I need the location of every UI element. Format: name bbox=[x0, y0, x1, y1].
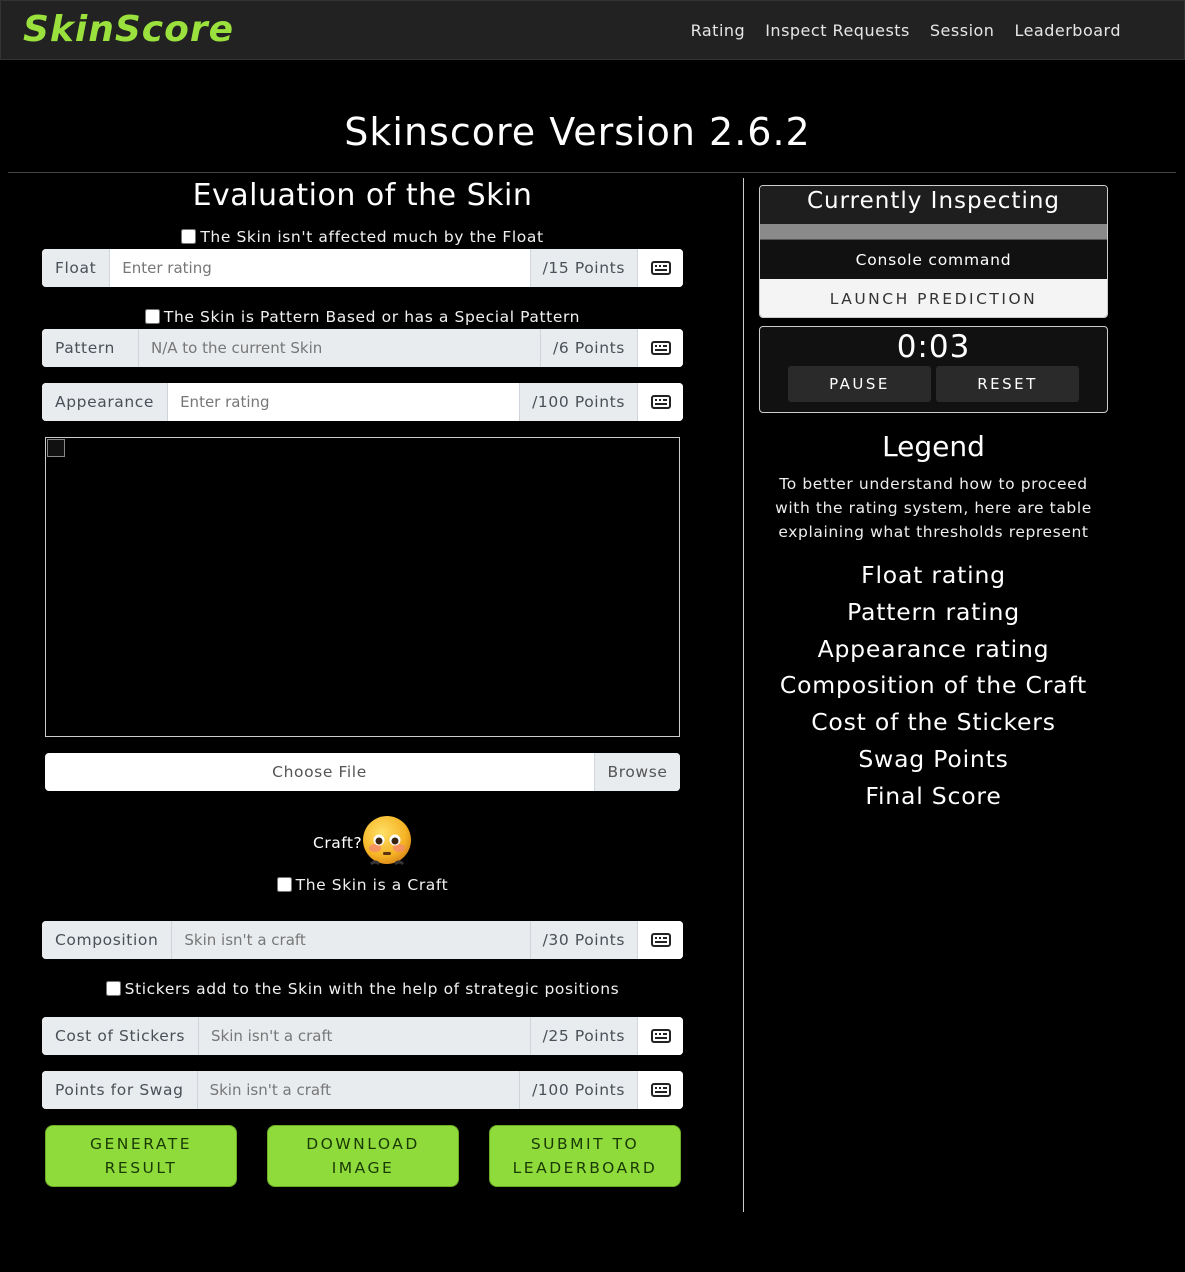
stickers-label: Cost of Stickers bbox=[42, 1017, 200, 1055]
keyboard-icon[interactable] bbox=[637, 383, 683, 421]
swag-points: /100 Points bbox=[519, 1071, 637, 1109]
reset-button[interactable]: RESET bbox=[936, 366, 1079, 402]
legend-item-stickers[interactable]: Cost of the Stickers bbox=[759, 705, 1108, 742]
nav-links: Rating Inspect Requests Session Leaderbo… bbox=[691, 21, 1121, 40]
float-check-label: The Skin isn't affected much by the Floa… bbox=[200, 228, 544, 246]
legend-item-final-score[interactable]: Final Score bbox=[759, 779, 1108, 816]
swag-input-group: Points for Swag /100 Points bbox=[42, 1071, 683, 1109]
keyboard-icon[interactable] bbox=[637, 1071, 683, 1109]
float-check-row: The Skin isn't affected much by the Floa… bbox=[42, 228, 683, 246]
console-command-button[interactable]: Console command bbox=[760, 239, 1107, 279]
float-checkbox[interactable] bbox=[181, 229, 197, 244]
pattern-check-row: The Skin is Pattern Based or has a Speci… bbox=[42, 308, 683, 326]
file-choose-label[interactable]: Choose File bbox=[45, 753, 594, 791]
appearance-label: Appearance bbox=[42, 383, 169, 421]
inspect-progress-bar bbox=[760, 224, 1107, 239]
legend-item-composition[interactable]: Composition of the Craft bbox=[759, 668, 1108, 705]
appearance-input[interactable] bbox=[168, 383, 520, 421]
pattern-check-label: The Skin is Pattern Based or has a Speci… bbox=[163, 308, 581, 326]
pause-button[interactable]: PAUSE bbox=[788, 366, 931, 402]
timer-display: 0:03 bbox=[896, 329, 971, 365]
pattern-checkbox[interactable] bbox=[144, 309, 160, 324]
composition-input[interactable] bbox=[172, 921, 530, 959]
evaluation-title: Evaluation of the Skin bbox=[192, 178, 533, 213]
pattern-input-group: Pattern /6 Points bbox=[42, 329, 683, 367]
skin-image-preview bbox=[45, 437, 680, 737]
legend-description: To better understand how to proceed with… bbox=[775, 475, 1092, 541]
stickers-checkbox[interactable] bbox=[105, 981, 121, 996]
float-points: /15 Points bbox=[529, 249, 637, 287]
pattern-input[interactable] bbox=[138, 329, 541, 367]
stickers-points: /25 Points bbox=[529, 1017, 637, 1055]
keyboard-icon[interactable] bbox=[637, 249, 683, 287]
legend-item-appearance[interactable]: Appearance rating bbox=[759, 632, 1108, 669]
flushed-face-icon bbox=[363, 816, 411, 866]
legend-item-pattern[interactable]: Pattern rating bbox=[759, 595, 1108, 632]
broken-image-icon bbox=[47, 439, 65, 457]
composition-input-group: Composition /30 Points bbox=[42, 921, 683, 959]
file-browse-button[interactable]: Browse bbox=[594, 753, 680, 791]
legend-item-float[interactable]: Float rating bbox=[759, 558, 1108, 595]
stickers-check-label: Stickers add to the Skin with the help o… bbox=[124, 980, 620, 998]
inspect-title: Currently Inspecting bbox=[760, 186, 1107, 224]
craft-check-row: The Skin is a Craft bbox=[42, 876, 683, 894]
legend-title: Legend bbox=[882, 430, 985, 463]
nav-link-session[interactable]: Session bbox=[930, 21, 995, 40]
launch-prediction-button[interactable]: LAUNCH PREDICTION bbox=[760, 279, 1107, 317]
float-input[interactable] bbox=[110, 249, 530, 287]
inspect-card: Currently Inspecting Console command LAU… bbox=[759, 185, 1108, 318]
float-label: Float bbox=[42, 249, 111, 287]
stickers-check-row: Stickers add to the Skin with the help o… bbox=[42, 980, 683, 998]
composition-points: /30 Points bbox=[529, 921, 637, 959]
swag-label: Points for Swag bbox=[42, 1071, 198, 1109]
stickers-input[interactable] bbox=[199, 1017, 530, 1055]
float-input-group: Float /15 Points bbox=[42, 249, 683, 287]
craft-check-label: The Skin is a Craft bbox=[295, 876, 449, 894]
divider-horizontal bbox=[8, 172, 1176, 173]
nav-link-rating[interactable]: Rating bbox=[691, 21, 746, 40]
appearance-points: /100 Points bbox=[519, 383, 637, 421]
appearance-input-group: Appearance /100 Points bbox=[42, 383, 683, 421]
pattern-points: /6 Points bbox=[540, 329, 637, 367]
page-title: Skinscore Version 2.6.2 bbox=[344, 110, 811, 154]
craft-question: Craft? bbox=[313, 834, 363, 852]
craft-checkbox[interactable] bbox=[276, 877, 292, 892]
legend-item-swag[interactable]: Swag Points bbox=[759, 742, 1108, 779]
timer-card: 0:03 PAUSE RESET bbox=[759, 326, 1108, 413]
nav-link-inspect-requests[interactable]: Inspect Requests bbox=[765, 21, 910, 40]
keyboard-icon[interactable] bbox=[637, 329, 683, 367]
brand-logo[interactable]: SkinScore bbox=[23, 9, 234, 50]
keyboard-icon[interactable] bbox=[637, 1017, 683, 1055]
nav-link-leaderboard[interactable]: Leaderboard bbox=[1014, 21, 1121, 40]
pattern-label: Pattern bbox=[42, 329, 139, 367]
stickers-input-group: Cost of Stickers /25 Points bbox=[42, 1017, 683, 1055]
submit-leaderboard-button[interactable]: SUBMIT TO LEADERBOARD bbox=[489, 1125, 681, 1187]
download-image-button[interactable]: DOWNLOAD IMAGE bbox=[267, 1125, 459, 1187]
legend-list: Float rating Pattern rating Appearance r… bbox=[759, 558, 1108, 816]
swag-input[interactable] bbox=[197, 1071, 520, 1109]
divider-vertical bbox=[743, 178, 744, 1212]
composition-label: Composition bbox=[42, 921, 173, 959]
file-input[interactable]: Choose File Browse bbox=[45, 753, 680, 791]
keyboard-icon[interactable] bbox=[637, 921, 683, 959]
generate-result-button[interactable]: GENERATE RESULT bbox=[45, 1125, 237, 1187]
navbar: SkinScore Rating Inspect Requests Sessio… bbox=[0, 0, 1185, 60]
